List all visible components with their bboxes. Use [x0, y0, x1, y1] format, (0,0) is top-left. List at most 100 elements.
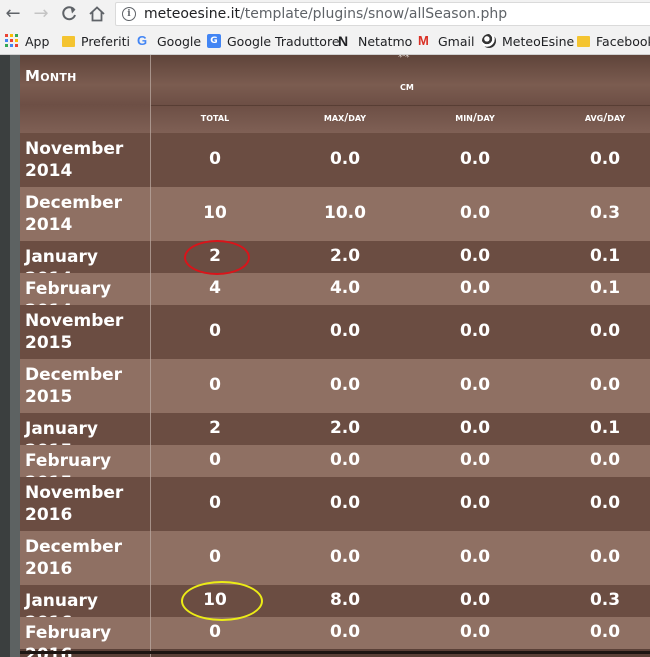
- translate-icon: G: [207, 34, 221, 48]
- min-cell: 0.0: [459, 246, 491, 266]
- avg-cell: 0.1: [589, 246, 621, 266]
- column-header-avg: avg/day: [584, 111, 626, 124]
- month-cell: December 2015: [25, 365, 123, 407]
- avg-cell: 0.0: [589, 375, 621, 395]
- bookmark-app[interactable]: App: [5, 33, 49, 49]
- table-row: January 2016108.00.00.3: [20, 585, 650, 633]
- month-cell: November 2016: [25, 483, 124, 525]
- back-arrow-icon[interactable]: ←: [2, 3, 24, 25]
- table-row: December 2015 0 0.0 0.0 0.0: [20, 359, 650, 413]
- snowflake-icon: *°*: [398, 55, 409, 63]
- reload-svg: [62, 6, 76, 21]
- bookmark-label: Google Traduttore: [227, 33, 340, 49]
- left-border: [0, 55, 10, 657]
- url-path: /template/plugins/snow/allSeason.php: [240, 6, 508, 22]
- folder-icon: [62, 35, 75, 47]
- unit-header: cm: [400, 79, 414, 93]
- max-cell: 8.0: [329, 590, 361, 610]
- home-icon[interactable]: [86, 3, 108, 25]
- avg-cell: 0.0: [589, 321, 621, 341]
- avg-cell: 0.3: [589, 203, 621, 223]
- max-cell: 0.0: [329, 493, 361, 513]
- min-cell: 0.0: [459, 450, 491, 470]
- bookmarks-bar: App Preferiti G Google G Google Tradutto…: [0, 28, 650, 55]
- min-cell: 0.0: [459, 278, 491, 298]
- address-bar[interactable]: i meteoesine.it/template/plugins/snow/al…: [115, 2, 650, 26]
- min-cell: 0.0: [459, 203, 491, 223]
- max-cell: 0.0: [329, 149, 361, 169]
- forward-arrow-icon[interactable]: →: [30, 3, 52, 25]
- page-content: Month *°* cm total max/day min/day avg/d…: [0, 55, 650, 657]
- apps-grid-icon: [5, 34, 19, 48]
- min-cell: 0.0: [459, 375, 491, 395]
- avg-cell: 0.3: [589, 590, 621, 610]
- yellow-highlight-circle: [181, 581, 263, 621]
- avg-cell: 0.0: [589, 493, 621, 513]
- min-cell: 0.0: [459, 493, 491, 513]
- max-cell: 4.0: [329, 278, 361, 298]
- bookmark-facebook[interactable]: Facebook: [577, 33, 650, 49]
- table-row: February 201444.00.00.1: [20, 273, 650, 321]
- bookmark-label: App: [25, 33, 50, 49]
- url-text[interactable]: meteoesine.it/template/plugins/snow/allS…: [144, 6, 507, 22]
- avg-cell: 0.0: [589, 622, 621, 642]
- table-row: December 2014 10 10.0 0.0 0.3: [20, 187, 650, 241]
- min-cell: 0.0: [459, 149, 491, 169]
- month-cell: November 2015: [25, 311, 124, 353]
- total-cell: 0: [209, 622, 221, 642]
- max-cell: 10.0: [324, 203, 366, 223]
- bookmark-gmail[interactable]: M Gmail: [418, 33, 474, 49]
- total-cell: 0: [209, 375, 221, 395]
- bookmark-label: Facebook: [596, 33, 650, 49]
- max-cell: 2.0: [329, 418, 361, 438]
- total-cell: 0: [209, 321, 221, 341]
- table-bottom-border: [20, 651, 650, 654]
- info-icon[interactable]: i: [122, 7, 136, 21]
- table-row: December 2016 0 0.0 0.0 0.0: [20, 531, 650, 585]
- table-row: January 201522.00.00.1: [20, 413, 650, 461]
- folder-icon: [577, 35, 590, 47]
- month-cell: December 2016: [25, 537, 123, 579]
- column-header-max: max/day: [323, 111, 367, 124]
- max-cell: 0.0: [329, 547, 361, 567]
- header-divider: [150, 105, 650, 106]
- bookmark-label: Netatmo: [358, 33, 413, 49]
- min-cell: 0.0: [459, 547, 491, 567]
- bookmark-label: Preferiti: [81, 33, 130, 49]
- netatmo-icon: N: [338, 33, 349, 49]
- bookmark-google-traduttore[interactable]: G Google Traduttore: [207, 33, 340, 49]
- table-row: November 2014 0 0.0 0.0 0.0: [20, 133, 650, 187]
- total-cell: 0: [209, 493, 221, 513]
- bookmark-google[interactable]: G Google: [137, 33, 201, 49]
- red-highlight-circle: [184, 240, 250, 275]
- reload-icon[interactable]: [58, 3, 80, 25]
- max-cell: 0.0: [329, 321, 361, 341]
- bookmark-label: Google: [157, 33, 202, 49]
- left-border-inner: [10, 55, 20, 657]
- bookmark-meteoesine[interactable]: MeteoEsine: [482, 33, 574, 49]
- avg-cell: 0.0: [589, 547, 621, 567]
- bookmark-preferiti[interactable]: Preferiti: [62, 33, 130, 49]
- table-header: Month *°* cm total max/day min/day avg/d…: [20, 55, 650, 133]
- avg-cell: 0.0: [589, 149, 621, 169]
- total-cell: 10: [203, 203, 227, 223]
- total-cell: 4: [209, 278, 221, 298]
- table-row: February 201600.00.00.0: [20, 617, 650, 657]
- month-cell: November 2014: [25, 139, 124, 181]
- max-cell: 2.0: [329, 246, 361, 266]
- meteoesine-icon: [482, 34, 496, 48]
- home-svg: [89, 6, 105, 22]
- gmail-icon: M: [418, 33, 429, 48]
- url-domain: meteoesine.it: [144, 6, 241, 22]
- total-cell: 0: [209, 547, 221, 567]
- avg-cell: 0.1: [589, 418, 621, 438]
- bookmark-netatmo[interactable]: N Netatmo: [338, 33, 412, 49]
- min-cell: 0.0: [459, 590, 491, 610]
- min-cell: 0.0: [459, 418, 491, 438]
- avg-cell: 0.0: [589, 450, 621, 470]
- snow-season-table: Month *°* cm total max/day min/day avg/d…: [20, 55, 650, 657]
- total-cell: 0: [209, 450, 221, 470]
- table-row: November 2016 0 0.0 0.0 0.0: [20, 477, 650, 531]
- column-header-min: min/day: [455, 111, 495, 124]
- total-cell: 2: [209, 418, 221, 438]
